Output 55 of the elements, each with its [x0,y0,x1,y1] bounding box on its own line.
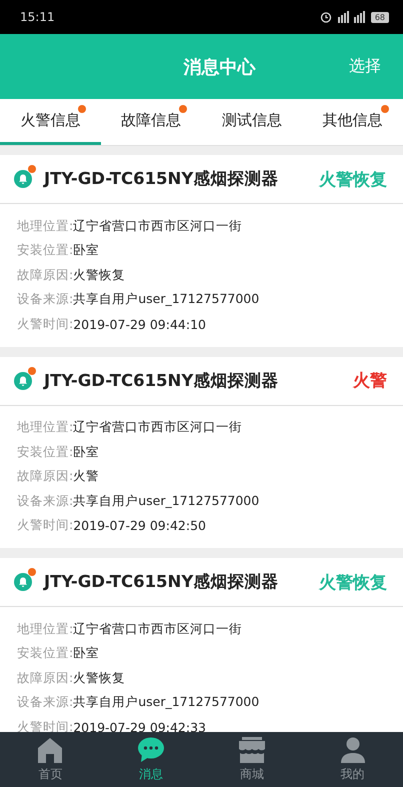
device-name: JTY-GD-TC615NY感烟探测器 [44,370,280,392]
tab[interactable]: 测试信息 [202,99,302,145]
field-value: 火警恢复 [73,266,126,284]
field-label: 故障原因: [17,266,74,284]
tab[interactable]: 火警信息 [0,99,101,145]
field-value: 共享自用户user_17127577000 [73,291,260,308]
field-value: 共享自用户user_17127577000 [73,492,260,510]
tab[interactable]: 故障信息 [100,99,202,145]
alarm-status: 火警恢复 [319,168,387,190]
battery-level: 68 [370,12,389,22]
field-value: 2019-07-29 09:42:50 [73,518,206,534]
field-value: 火警 [73,468,100,486]
field-label: 火警时间: [17,316,74,333]
device-name: JTY-GD-TC615NY感烟探测器 [44,168,280,190]
alarm-status: 火警 [353,370,387,392]
field-label: 设备来源: [17,694,74,712]
field-label: 故障原因: [17,670,74,687]
field-value: 辽宁省营口市西市区河口一街 [73,419,242,436]
chat-bubble-icon [138,736,164,762]
device-name: JTY-GD-TC615NY感烟探测器 [44,571,280,593]
field-label: 安装位置: [17,444,74,461]
field-label: 地理位置: [17,218,74,235]
person-icon [340,736,366,762]
field-value: 卧室 [73,645,100,662]
nav-tab[interactable]: 消息 [100,732,202,787]
page-title: 消息中心 [184,56,256,78]
storefront-icon [238,736,265,762]
field-label: 地理位置: [17,620,74,638]
field-value: 卧室 [73,242,100,260]
alarm-status: 火警恢复 [319,572,387,594]
alarm-clock-icon [320,11,332,23]
field-label: 故障原因: [17,468,74,486]
field-label: 地理位置: [17,419,74,436]
field-value: 辽宁省营口市西市区河口一街 [73,620,242,638]
home-icon [37,736,64,762]
field-value: 2019-07-29 09:42:33 [73,720,206,732]
field-value: 火警恢复 [73,670,126,687]
field-value: 辽宁省营口市西市区河口一街 [73,218,242,235]
field-label: 设备来源: [17,492,74,510]
nav-tab[interactable]: 我的 [302,732,403,787]
signal-icon [338,11,365,23]
bell-icon [14,170,32,188]
field-value: 共享自用户user_17127577000 [73,694,260,712]
bell-icon [14,372,32,390]
nav-tab[interactable]: 商城 [202,732,302,787]
tab[interactable]: 其他信息 [302,99,403,145]
field-label: 安装位置: [17,242,74,260]
clock-time: 15:11 [20,10,55,24]
bell-icon [14,573,32,591]
field-value: 卧室 [73,444,100,461]
field-label: 安装位置: [17,645,74,662]
field-label: 设备来源: [17,291,74,308]
field-value: 2019-07-29 09:44:10 [73,316,206,332]
nav-tab[interactable]: 首页 [0,732,101,787]
field-label: 火警时间: [17,517,74,534]
